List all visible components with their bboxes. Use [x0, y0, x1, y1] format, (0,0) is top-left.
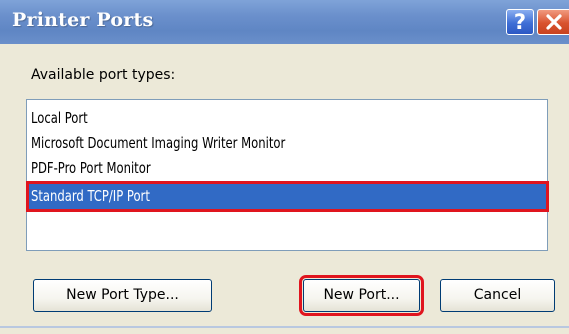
help-button[interactable]: ? [506, 9, 534, 35]
help-icon: ? [513, 10, 527, 34]
printer-ports-dialog: Printer Ports ? Available port types: Lo… [0, 0, 569, 334]
list-item-local-port[interactable]: Local Port [29, 106, 546, 131]
close-icon [546, 14, 562, 30]
new-port-type-button[interactable]: New Port Type... [33, 279, 212, 312]
list-item-standard-tcp-ip-port[interactable]: Standard TCP/IP Port [26, 181, 549, 212]
dialog-title: Printer Ports [12, 9, 154, 31]
new-port-button[interactable]: New Port... [299, 275, 424, 316]
cancel-button[interactable]: Cancel [440, 279, 555, 312]
title-bar[interactable]: Printer Ports ? [0, 0, 569, 44]
available-port-types-label: Available port types: [31, 67, 176, 83]
list-item-ms-document-imaging-writer-monitor[interactable]: Microsoft Document Imaging Writer Monito… [29, 131, 546, 156]
dialog-bottom-edge [0, 326, 569, 328]
list-item-pdf-pro-port-monitor[interactable]: PDF-Pro Port Monitor [29, 156, 546, 181]
close-button[interactable] [537, 9, 569, 35]
port-types-list[interactable]: Local Port Microsoft Document Imaging Wr… [26, 99, 549, 251]
